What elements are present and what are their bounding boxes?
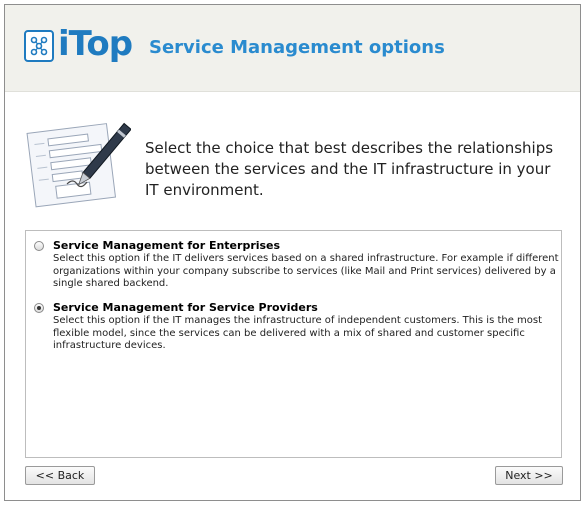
setup-window: iTop Service Management options Select t…: [4, 4, 581, 501]
intro-text: Select the choice that best describes th…: [145, 139, 554, 199]
radio-service-providers[interactable]: [34, 303, 44, 313]
form-with-pen-icon: [26, 122, 131, 208]
back-button[interactable]: << Back: [25, 466, 95, 485]
header: iTop Service Management options: [5, 5, 580, 92]
page-title: Service Management options: [149, 37, 445, 58]
options-panel: Service Management for Enterprises Selec…: [25, 230, 562, 458]
option-title[interactable]: Service Management for Service Providers: [53, 301, 318, 314]
option-description: Select this option if the IT delivers se…: [53, 253, 559, 290]
option-description: Select this option if the IT manages the…: [53, 315, 543, 352]
radio-enterprises[interactable]: [34, 241, 44, 251]
itop-logo-icon: [24, 30, 54, 62]
logo-wordmark: iTop: [58, 24, 133, 64]
next-button[interactable]: Next >>: [495, 466, 563, 485]
option-title[interactable]: Service Management for Enterprises: [53, 239, 280, 252]
